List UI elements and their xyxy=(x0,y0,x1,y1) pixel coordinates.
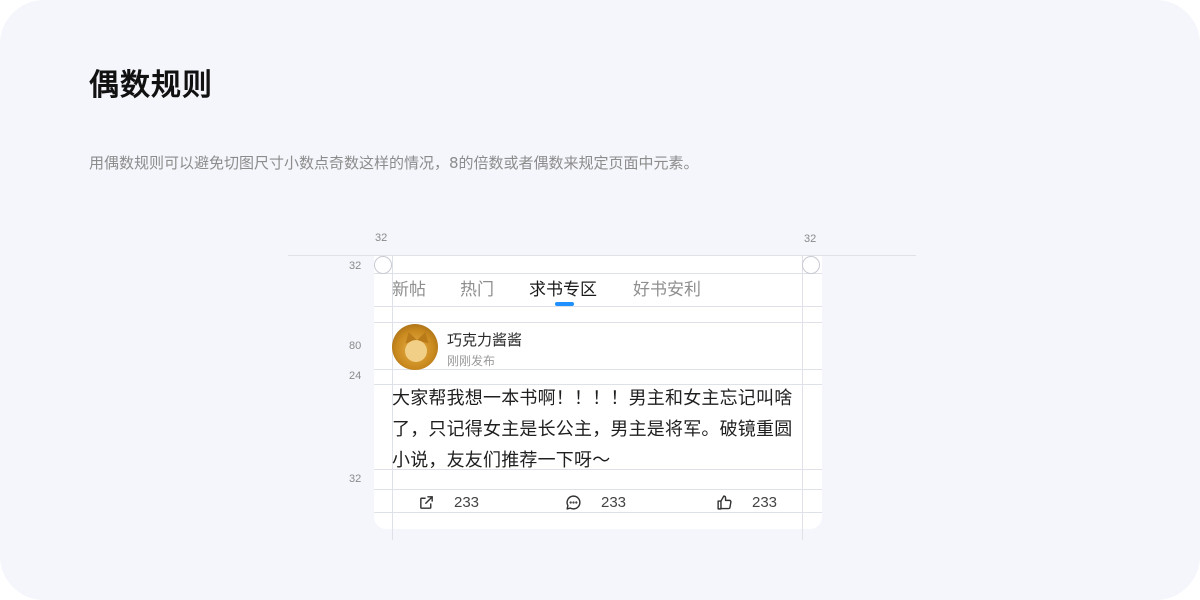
tab-book-recommendations[interactable]: 好书安利 xyxy=(633,275,701,300)
dimension-label: 24 xyxy=(349,370,362,382)
post-line: 了，只记得女主是长公主，男主是将军。破镜重圆 xyxy=(392,419,793,440)
guide-line xyxy=(374,322,822,323)
avatar-face xyxy=(405,340,427,362)
tab-hot[interactable]: 热门 xyxy=(460,275,494,300)
dimension-label: 32 xyxy=(349,473,362,485)
dimension-label: 32 xyxy=(375,232,388,244)
post-body: 大家帮我想一本书啊！！！！男主和女主忘记叫啥 了，只记得女主是长公主，男主是将军… xyxy=(392,383,812,476)
post-line: 小说，友友们推荐一下呀～ xyxy=(392,450,611,471)
guide-line xyxy=(374,306,822,307)
share-count: 233 xyxy=(454,493,480,511)
like-button[interactable]: 233 xyxy=(716,492,777,512)
page-description: 用偶数规则可以避免切图尺寸小数点奇数这样的情况，8的倍数或者偶数来规定页面中元素… xyxy=(89,154,699,172)
guide-line xyxy=(374,273,822,274)
tab-new-posts[interactable]: 新帖 xyxy=(392,275,426,300)
tab-book-requests[interactable]: 求书专区 xyxy=(529,275,597,300)
spec-page: 偶数规则 用偶数规则可以避免切图尺寸小数点奇数这样的情况，8的倍数或者偶数来规定… xyxy=(0,0,1200,600)
comment-icon xyxy=(566,494,581,510)
guide-line xyxy=(374,489,822,490)
like-icon xyxy=(717,494,732,510)
post-time: 刚刚发布 xyxy=(447,354,496,368)
comment-count: 233 xyxy=(601,493,627,511)
page-title: 偶数规则 xyxy=(89,68,213,103)
dimension-label: 32 xyxy=(349,260,362,272)
post-line: 大家帮我想一本书啊！！！！男主和女主忘记叫啥 xyxy=(392,388,793,409)
comment-button[interactable]: 233 xyxy=(565,492,626,512)
guide-line xyxy=(374,512,822,513)
guide-circle xyxy=(374,256,392,274)
dimension-label: 32 xyxy=(804,233,817,245)
active-tab-indicator xyxy=(555,302,574,306)
guide-circle xyxy=(802,256,820,274)
dimension-label: 80 xyxy=(349,340,362,352)
share-icon xyxy=(420,495,433,509)
author-name[interactable]: 巧克力酱酱 xyxy=(447,329,522,350)
guide-line xyxy=(374,369,822,370)
like-count: 233 xyxy=(752,493,778,511)
avatar[interactable] xyxy=(392,324,438,370)
share-button[interactable]: 233 xyxy=(418,492,479,512)
